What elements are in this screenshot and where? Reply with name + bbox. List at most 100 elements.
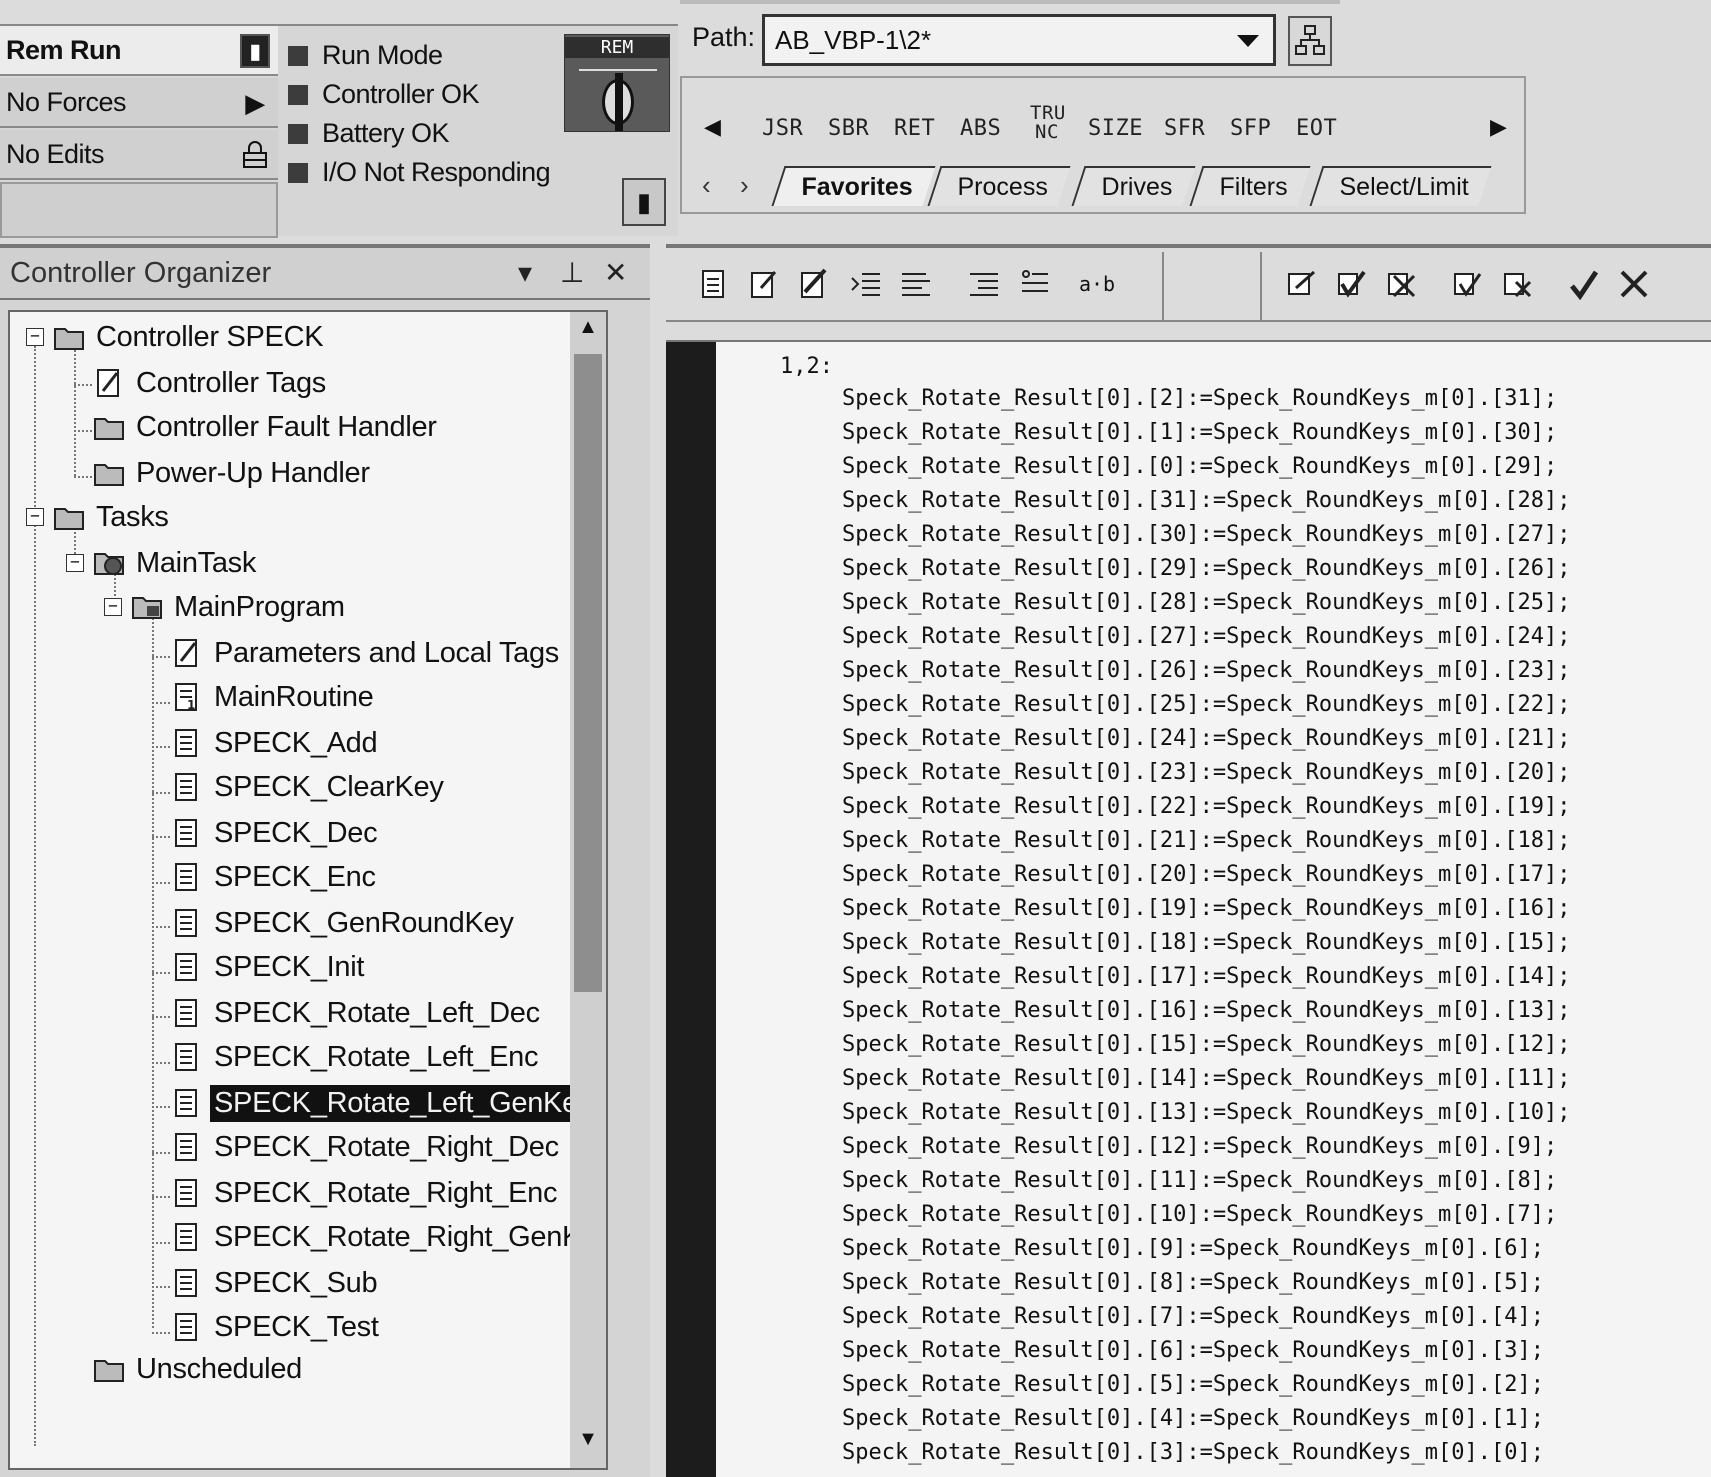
indent-icon[interactable]: [848, 266, 884, 302]
mode-menu-icon[interactable]: ▮: [238, 34, 272, 68]
tree-item-fault-handler[interactable]: Controller Fault Handler: [92, 404, 441, 450]
instr-eot[interactable]: EOT: [1296, 116, 1337, 141]
tree-item-routine[interactable]: SPECK_Dec: [170, 810, 381, 856]
start-pending-edits-icon[interactable]: [1284, 266, 1320, 302]
edits-lock-icon[interactable]: [238, 138, 272, 172]
tree-item-routine[interactable]: SPECK_Sub: [170, 1260, 381, 1306]
forces-status[interactable]: No Forces ▶: [0, 78, 278, 128]
code-line[interactable]: Speck_Rotate_Result[0].[2]:=Speck_RoundK…: [842, 386, 1557, 411]
document-icon[interactable]: [696, 266, 732, 302]
code-line[interactable]: Speck_Rotate_Result[0].[28]:=Speck_Round…: [842, 590, 1570, 615]
scroll-down-icon[interactable]: ▼: [570, 1428, 606, 1462]
collapse-tasks-icon[interactable]: −: [26, 508, 44, 526]
controller-properties-button[interactable]: ▮: [622, 178, 666, 226]
path-dropdown[interactable]: AB_VBP-1\2*: [762, 14, 1276, 66]
tab-process[interactable]: Process: [927, 166, 1071, 206]
code-line[interactable]: Speck_Rotate_Result[0].[11]:=Speck_Round…: [842, 1168, 1557, 1193]
tree-scrollbar[interactable]: ▲ ▼: [570, 312, 606, 1468]
code-line[interactable]: Speck_Rotate_Result[0].[18]:=Speck_Round…: [842, 930, 1570, 955]
code-line[interactable]: Speck_Rotate_Result[0].[8]:=Speck_RoundK…: [842, 1270, 1544, 1295]
tree-item-routine[interactable]: SPECK_Test: [170, 1304, 383, 1350]
tab-select-limit[interactable]: Select/Limit: [1309, 166, 1492, 206]
collapse-maintask-icon[interactable]: −: [66, 554, 84, 572]
outdent-icon[interactable]: [898, 266, 934, 302]
tab-filters[interactable]: Filters: [1189, 166, 1311, 206]
tree-item-routine[interactable]: SPECK_ClearKey: [170, 764, 448, 810]
collapse-controller-icon[interactable]: −: [26, 328, 44, 346]
tree-item-routine[interactable]: SPECK_Init: [170, 944, 368, 990]
code-line[interactable]: Speck_Rotate_Result[0].[13]:=Speck_Round…: [842, 1100, 1570, 1125]
collapse-mainprogram-icon[interactable]: −: [104, 598, 122, 616]
cancel-accepted-edits-icon[interactable]: [1616, 266, 1652, 302]
tree-item-routine[interactable]: SPECK_Rotate_Right_Enc: [170, 1170, 561, 1216]
comment-lines-icon[interactable]: [1016, 266, 1052, 302]
edit-document-icon[interactable]: [746, 266, 782, 302]
tree-item-maintask[interactable]: MainTask: [92, 540, 260, 586]
tree-item-controller[interactable]: Controller SPECK: [52, 314, 327, 360]
instr-sfp[interactable]: SFP: [1230, 116, 1271, 141]
controller-mode-status[interactable]: Rem Run ▮: [0, 26, 278, 76]
instr-sbr[interactable]: SBR: [828, 116, 869, 141]
tree-item-routine[interactable]: SPECK_Rotate_Left_Dec: [170, 990, 544, 1036]
code-line[interactable]: Speck_Rotate_Result[0].[31]:=Speck_Round…: [842, 488, 1570, 513]
code-line[interactable]: Speck_Rotate_Result[0].[10]:=Speck_Round…: [842, 1202, 1557, 1227]
code-line[interactable]: Speck_Rotate_Result[0].[21]:=Speck_Round…: [842, 828, 1570, 853]
code-line[interactable]: Speck_Rotate_Result[0].[14]:=Speck_Round…: [842, 1066, 1570, 1091]
chevron-down-icon[interactable]: [1237, 35, 1259, 47]
code-line[interactable]: Speck_Rotate_Result[0].[4]:=Speck_RoundK…: [842, 1406, 1544, 1431]
verify-document-icon[interactable]: [796, 266, 832, 302]
tree-item-routine[interactable]: SPECK_GenRoundKey: [170, 900, 518, 946]
test-edits-icon[interactable]: [1450, 266, 1486, 302]
code-line[interactable]: Speck_Rotate_Result[0].[22]:=Speck_Round…: [842, 794, 1570, 819]
tree-item-powerup-handler[interactable]: Power-Up Handler: [92, 450, 374, 496]
scroll-left-icon[interactable]: ◀: [704, 114, 721, 140]
untest-edits-icon[interactable]: [1500, 266, 1536, 302]
code-line[interactable]: Speck_Rotate_Result[0].[15]:=Speck_Round…: [842, 1032, 1570, 1057]
code-line[interactable]: Speck_Rotate_Result[0].[3]:=Speck_RoundK…: [842, 1440, 1544, 1465]
instr-size[interactable]: SIZE: [1088, 116, 1143, 141]
accept-edits-icon[interactable]: [1334, 266, 1370, 302]
tree-item-parameters-local-tags[interactable]: Parameters and Local Tags: [170, 630, 563, 676]
code-line[interactable]: Speck_Rotate_Result[0].[27]:=Speck_Round…: [842, 624, 1570, 649]
instr-abs[interactable]: ABS: [960, 116, 1001, 141]
code-line[interactable]: Speck_Rotate_Result[0].[26]:=Speck_Round…: [842, 658, 1570, 683]
instr-jsr[interactable]: JSR: [762, 116, 803, 141]
scroll-thumb[interactable]: [574, 354, 602, 992]
tree-item-controller-tags[interactable]: Controller Tags: [92, 360, 330, 406]
code-line[interactable]: Speck_Rotate_Result[0].[25]:=Speck_Round…: [842, 692, 1570, 717]
align-right-icon[interactable]: [966, 266, 1002, 302]
code-line[interactable]: Speck_Rotate_Result[0].[12]:=Speck_Round…: [842, 1134, 1557, 1159]
tree-item-mainroutine[interactable]: 1 MainRoutine: [170, 674, 378, 720]
who-active-network-button[interactable]: [1288, 16, 1332, 66]
scroll-up-icon[interactable]: ▲: [570, 316, 606, 350]
code-line[interactable]: Speck_Rotate_Result[0].[6]:=Speck_RoundK…: [842, 1338, 1544, 1363]
code-line[interactable]: Speck_Rotate_Result[0].[16]:=Speck_Round…: [842, 998, 1570, 1023]
tree-item-routine-selected[interactable]: SPECK_Rotate_Left_GenKey: [170, 1080, 597, 1126]
code-line[interactable]: Speck_Rotate_Result[0].[9]:=Speck_RoundK…: [842, 1236, 1544, 1261]
instr-sfr[interactable]: SFR: [1164, 116, 1205, 141]
panel-menu-icon[interactable]: ▾: [518, 256, 532, 289]
code-line[interactable]: Speck_Rotate_Result[0].[19]:=Speck_Round…: [842, 896, 1570, 921]
tree-item-routine[interactable]: SPECK_Rotate_Right_Dec: [170, 1124, 563, 1170]
scroll-right-icon[interactable]: ▶: [1490, 114, 1507, 140]
tab-prev-icon[interactable]: ‹: [702, 170, 711, 201]
tree-item-routine[interactable]: SPECK_Enc: [170, 854, 380, 900]
tab-drives[interactable]: Drives: [1071, 166, 1196, 206]
edits-status[interactable]: No Edits: [0, 130, 278, 180]
code-line[interactable]: Speck_Rotate_Result[0].[29]:=Speck_Round…: [842, 556, 1570, 581]
pin-icon[interactable]: ⊥: [560, 256, 584, 289]
cancel-edits-icon[interactable]: [1384, 266, 1420, 302]
tree-item-unscheduled[interactable]: Unscheduled: [92, 1346, 306, 1392]
tree-item-routine[interactable]: SPECK_Add: [170, 720, 381, 766]
tree-item-tasks[interactable]: Tasks: [52, 494, 173, 540]
editor-code-area[interactable]: 1,2: Speck_Rotate_Result[0].[2]:=Speck_R…: [716, 342, 1711, 1477]
tree-item-mainprogram[interactable]: MainProgram: [130, 584, 349, 630]
tree-item-routine[interactable]: SPECK_Rotate_Right_GenKey: [170, 1214, 606, 1260]
code-line[interactable]: Speck_Rotate_Result[0].[30]:=Speck_Round…: [842, 522, 1570, 547]
structured-text-editor[interactable]: 1,2: Speck_Rotate_Result[0].[2]:=Speck_R…: [666, 340, 1711, 1477]
tab-next-icon[interactable]: ›: [740, 170, 749, 201]
code-line[interactable]: Speck_Rotate_Result[0].[0]:=Speck_RoundK…: [842, 454, 1557, 479]
tree-item-routine[interactable]: SPECK_Rotate_Left_Enc: [170, 1034, 542, 1080]
instr-trunc[interactable]: TRU NC: [1030, 104, 1065, 142]
code-line[interactable]: Speck_Rotate_Result[0].[17]:=Speck_Round…: [842, 964, 1570, 989]
